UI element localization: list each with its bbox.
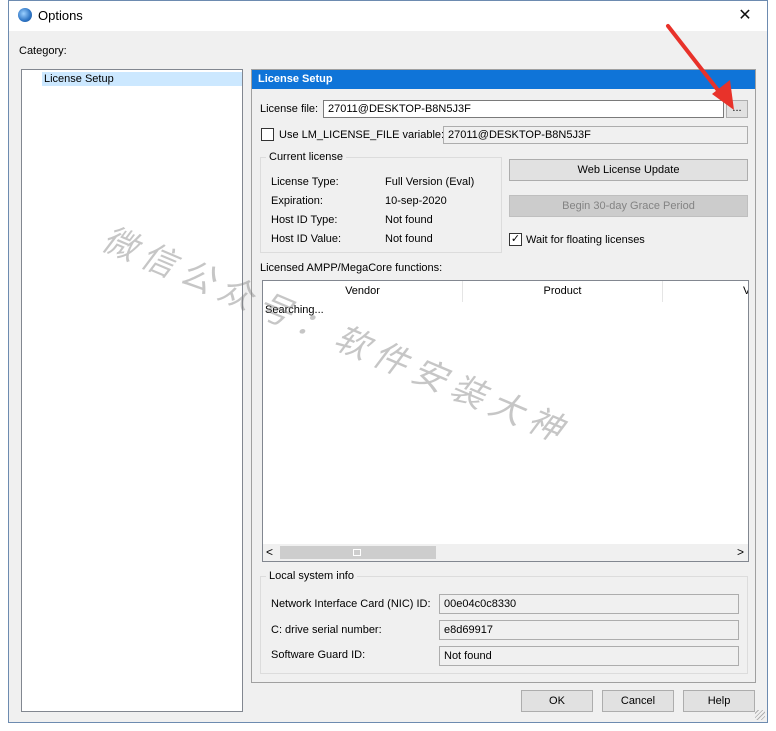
local-system-info-group: Local system info Network Interface Card… [260, 570, 748, 674]
license-file-label: License file: [260, 103, 319, 115]
window-title: Options [38, 8, 83, 23]
column-header-product[interactable]: Product [463, 281, 663, 302]
current-license-title: Current license [266, 151, 346, 163]
wait-floating-checkbox[interactable]: ✓ [509, 233, 522, 246]
searching-status: Searching... [265, 304, 324, 316]
category-item-label: License Setup [44, 73, 114, 85]
app-globe-icon [18, 8, 32, 22]
drive-serial-label: C: drive serial number: [271, 624, 382, 636]
column-header-vendor[interactable]: Vendor [263, 281, 463, 302]
license-type-label: License Type: [271, 176, 339, 188]
scroll-thumb[interactable] [280, 546, 436, 559]
resize-grip-icon[interactable] [755, 710, 765, 720]
expiration-label: Expiration: [271, 195, 323, 207]
title-bar: Options ✕ [9, 1, 767, 31]
software-guard-field: Not found [439, 646, 739, 666]
lm-license-value-field: 27011@DESKTOP-B8N5J3F [443, 126, 748, 144]
horizontal-scrollbar[interactable]: < > [263, 544, 748, 561]
host-id-value-value: Not found [385, 233, 433, 245]
options-dialog: Options ✕ Category: License Setup Licens… [8, 0, 768, 723]
cancel-button[interactable]: Cancel [602, 690, 674, 712]
ok-button[interactable]: OK [521, 690, 593, 712]
red-arrow-annotation-icon [666, 24, 734, 110]
functions-label: Licensed AMPP/MegaCore functions: [260, 262, 443, 274]
use-lm-license-label: Use LM_LICENSE_FILE variable: [279, 129, 445, 141]
current-license-group: Current license License Type: Full Versi… [260, 151, 502, 253]
nic-id-label: Network Interface Card (NIC) ID: [271, 598, 431, 610]
expiration-value: 10-sep-2020 [385, 195, 447, 207]
license-type-value: Full Version (Eval) [385, 176, 475, 188]
local-system-info-title: Local system info [266, 570, 357, 582]
use-lm-license-checkbox[interactable] [261, 128, 274, 141]
license-setup-panel: License Setup License file: 27011@DESKTO… [251, 69, 756, 683]
scroll-right-arrow-icon[interactable]: > [737, 545, 744, 559]
web-license-update-button[interactable]: Web License Update [509, 159, 748, 181]
scroll-thumb-grip [353, 549, 361, 556]
grace-period-button[interactable]: Begin 30-day Grace Period [509, 195, 748, 217]
category-list[interactable]: License Setup [21, 69, 243, 712]
nic-id-field: 00e04c0c8330 [439, 594, 739, 614]
wait-floating-label: Wait for floating licenses [526, 234, 645, 246]
category-item-license-setup[interactable]: License Setup [42, 72, 242, 86]
column-header-version[interactable]: V [663, 281, 748, 302]
host-id-value-label: Host ID Value: [271, 233, 342, 245]
software-guard-label: Software Guard ID: [271, 649, 366, 661]
host-id-type-value: Not found [385, 214, 433, 226]
help-button[interactable]: Help [683, 690, 755, 712]
category-label: Category: [19, 45, 67, 57]
scroll-left-arrow-icon[interactable]: < [266, 545, 273, 559]
drive-serial-field: e8d69917 [439, 620, 739, 640]
functions-list[interactable]: Vendor Product V Searching... < > [262, 280, 749, 562]
host-id-type-label: Host ID Type: [271, 214, 338, 226]
